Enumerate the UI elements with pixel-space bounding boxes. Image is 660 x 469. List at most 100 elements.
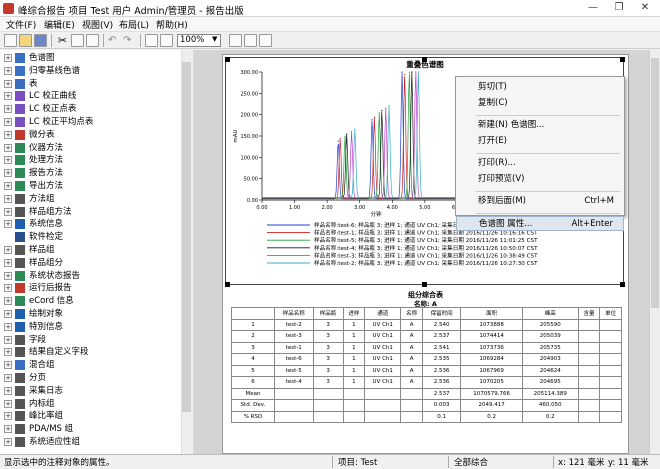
tree-item[interactable]: + 归零基线色谱 [0, 65, 180, 77]
expand-icon[interactable]: + [4, 54, 12, 62]
expand-icon[interactable]: + [4, 169, 12, 178]
expand-icon[interactable]: + [4, 66, 12, 75]
tree-item[interactable]: + 系统适应性组 [0, 436, 180, 448]
expand-icon[interactable]: + [4, 79, 12, 88]
expand-icon[interactable]: + [4, 310, 12, 318]
single-page-view-button[interactable] [145, 34, 158, 47]
open-button[interactable] [19, 34, 32, 47]
expand-icon[interactable]: + [4, 130, 12, 139]
tree-item[interactable]: + 混合组 [0, 359, 180, 371]
cut-icon[interactable]: ✂ [56, 34, 69, 47]
expand-icon[interactable]: + [4, 182, 12, 190]
save-button[interactable] [34, 34, 47, 47]
expand-icon[interactable]: + [4, 438, 12, 446]
print-preview-button[interactable] [259, 34, 272, 47]
tree-item[interactable]: + 微分表 [0, 129, 180, 141]
tree-item[interactable]: + 采集日志 [0, 385, 180, 397]
expand-icon[interactable]: + [4, 425, 12, 434]
expand-icon[interactable]: + [4, 105, 12, 114]
copy-button[interactable] [71, 34, 84, 47]
menu-file[interactable]: 文件(F) [6, 18, 36, 31]
menu-layout[interactable]: 布局(L) [119, 18, 149, 31]
new-report-button[interactable] [4, 34, 17, 47]
context-menu-item[interactable]: 打印(R)... [456, 156, 624, 171]
print-button[interactable] [244, 34, 257, 47]
tree-item[interactable]: + 内标组 [0, 398, 180, 410]
tree-item[interactable]: + 表 [0, 78, 180, 90]
tree-item[interactable]: + 分页 [0, 372, 180, 384]
expand-icon[interactable]: + [4, 374, 12, 382]
menu-help[interactable]: 帮助(H) [156, 18, 188, 31]
context-menu-item[interactable]: 打印预览(V) [456, 172, 624, 187]
paste-button[interactable] [86, 34, 99, 47]
tree-item[interactable]: + 仪器方法 [0, 142, 180, 154]
redo-icon[interactable]: ↷ [123, 34, 136, 47]
expand-icon[interactable]: + [4, 194, 12, 203]
undo-icon[interactable]: ↶ [108, 34, 121, 47]
expand-icon[interactable]: + [4, 297, 12, 306]
tree-item[interactable]: + 样品组方法 [0, 206, 180, 218]
context-menu-item[interactable]: 打开(E) [456, 134, 624, 149]
tree-item[interactable]: + 绘制对象 [0, 308, 180, 320]
expand-icon[interactable]: + [4, 156, 12, 165]
tree-item[interactable]: + 导出方法 [0, 180, 180, 192]
context-menu-item[interactable]: 复制(C) [456, 96, 624, 111]
expand-icon[interactable]: + [4, 399, 12, 408]
expand-icon[interactable]: + [4, 348, 12, 357]
expand-icon[interactable]: + [4, 207, 12, 216]
page-scrollbar[interactable] [649, 50, 660, 454]
expand-icon[interactable]: + [4, 118, 12, 126]
table-cell: 0.003 [421, 399, 462, 412]
expand-icon[interactable]: + [4, 220, 12, 229]
tree-scrollbar-thumb[interactable] [182, 62, 191, 412]
tree-item[interactable]: + 峰比率组 [0, 410, 180, 422]
page-scrollbar-thumb[interactable] [651, 58, 659, 308]
tree-item[interactable]: + 方法组 [0, 193, 180, 205]
menu-view[interactable]: 视图(V) [82, 18, 113, 31]
expand-icon[interactable]: + [4, 143, 12, 152]
expand-icon[interactable]: + [4, 412, 12, 421]
expand-icon[interactable]: + [4, 322, 12, 331]
tree-item[interactable]: + 系统信息 [0, 218, 180, 230]
y-tick-label: 50.00 [244, 177, 258, 183]
chevron-down-icon[interactable]: ▼ [212, 35, 217, 43]
expand-icon[interactable]: + [4, 271, 12, 280]
tree-item[interactable]: + 样品组分 [0, 257, 180, 269]
tree-item[interactable]: + LC 校正曲线 [0, 90, 180, 102]
tree-item[interactable]: + 字段 [0, 334, 180, 346]
expand-icon[interactable]: + [4, 284, 12, 293]
peak-apex [404, 74, 406, 76]
expand-icon[interactable]: + [4, 386, 12, 395]
minimize-button[interactable]: — [580, 0, 606, 16]
maximize-button[interactable]: ❐ [606, 0, 632, 16]
tree-item[interactable]: + 特別信息 [0, 321, 180, 333]
tree-item[interactable]: + 色谱图 [0, 52, 180, 64]
multi-page-view-button[interactable] [160, 34, 173, 47]
menu-edit[interactable]: 编辑(E) [44, 18, 75, 31]
expand-icon[interactable]: + [4, 246, 12, 254]
tree-item[interactable]: + PDA/MS 组 [0, 423, 180, 435]
expand-icon[interactable]: + [4, 335, 12, 344]
tree-item[interactable]: 软件检定 [0, 231, 180, 243]
expand-icon[interactable]: + [4, 258, 12, 267]
expand-icon[interactable]: + [4, 92, 12, 101]
context-menu-item[interactable]: 剪切(T) [456, 80, 624, 95]
tree-item[interactable]: + eCord 信息 [0, 295, 180, 307]
tree-item[interactable]: + 报告方法 [0, 167, 180, 179]
context-menu-item[interactable]: 新建(N) 色谱图... [456, 118, 624, 133]
close-button[interactable]: ✕ [632, 0, 658, 16]
table-cell [599, 318, 622, 331]
context-menu-item[interactable]: 色谱图 属性... Alt+Enter [456, 216, 624, 231]
tree-item[interactable]: + 系统状态报告 [0, 270, 180, 282]
tree-item[interactable]: + 运行后报告 [0, 282, 180, 294]
tree-item[interactable]: + 样品组 [0, 244, 180, 256]
context-menu-item[interactable]: 移到后面(M) Ctrl+M [456, 194, 624, 209]
table-cell [599, 330, 622, 343]
expand-icon[interactable]: + [4, 361, 12, 370]
status-separator [332, 456, 333, 468]
page-setup-button[interactable] [229, 34, 242, 47]
tree-item[interactable]: + 结果自定义字段 [0, 346, 180, 358]
tree-item[interactable]: + LC 校正点表 [0, 103, 180, 115]
tree-item[interactable]: + LC 校正平均点表 [0, 116, 180, 128]
tree-item[interactable]: + 处理方法 [0, 154, 180, 166]
